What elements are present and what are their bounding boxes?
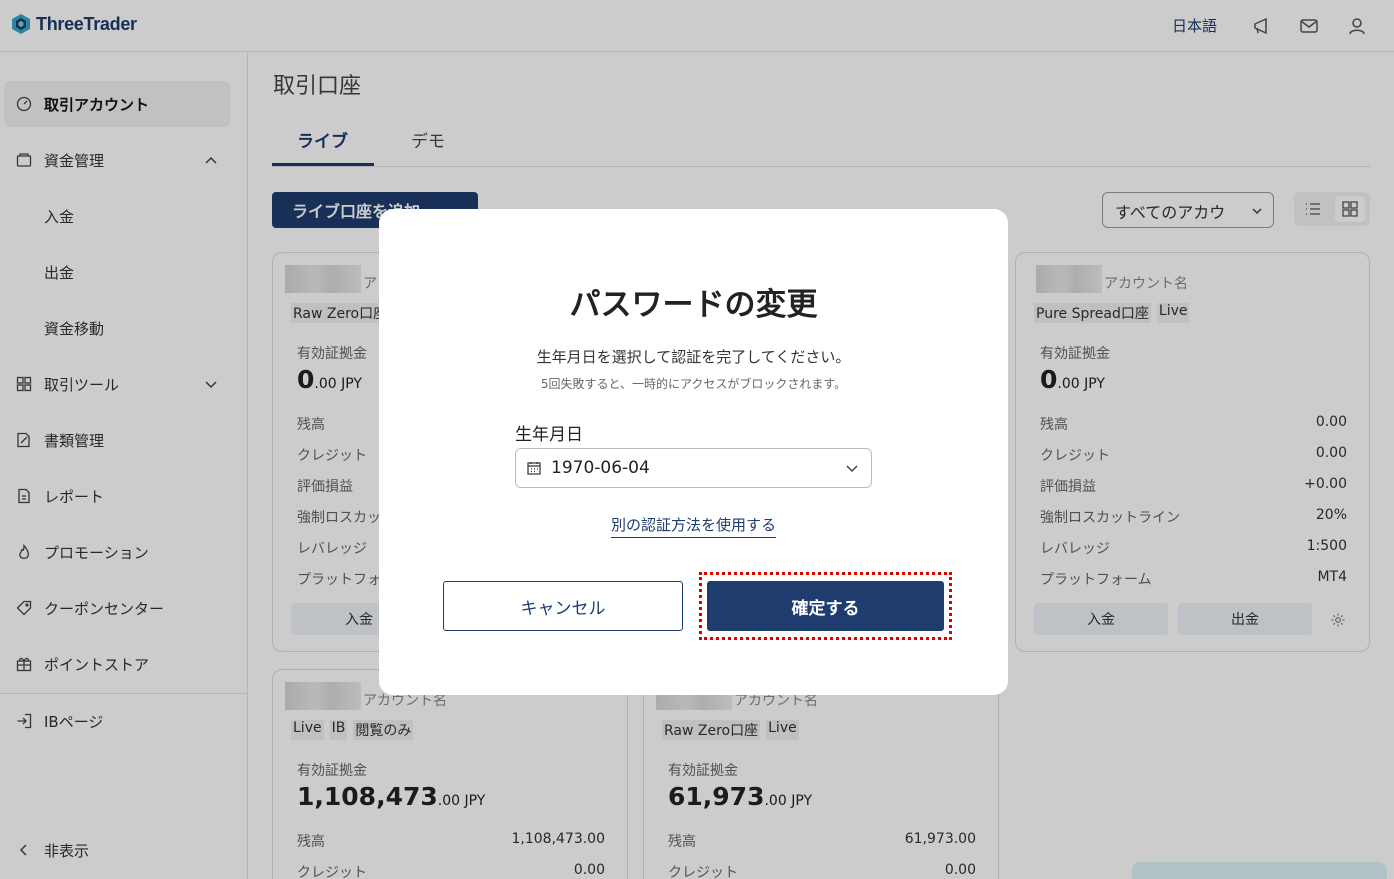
confirm-button[interactable]: 確定する <box>707 581 944 631</box>
alt-auth-link-wrap: 別の認証方法を使用する <box>379 514 1008 538</box>
cancel-button[interactable]: キャンセル <box>443 581 683 631</box>
alt-auth-link[interactable]: 別の認証方法を使用する <box>610 516 776 538</box>
dob-label: 生年月日 <box>515 425 583 445</box>
dob-picker[interactable]: 1970-06-04 <box>515 448 872 488</box>
change-password-dialog: パスワードの変更 生年月日を選択して認証を完了してください。 5回失敗すると、一… <box>379 209 1008 695</box>
chevron-down-icon <box>846 465 858 473</box>
dob-value: 1970-06-04 <box>551 458 650 478</box>
calendar-icon <box>527 462 541 475</box>
dialog-description: 生年月日を選択して認証を完了してください。 <box>536 348 851 366</box>
dialog-title: パスワードの変更 <box>569 287 818 323</box>
dialog-warning: 5回失敗すると、一時的にアクセスがブロックされます。 <box>540 377 847 391</box>
